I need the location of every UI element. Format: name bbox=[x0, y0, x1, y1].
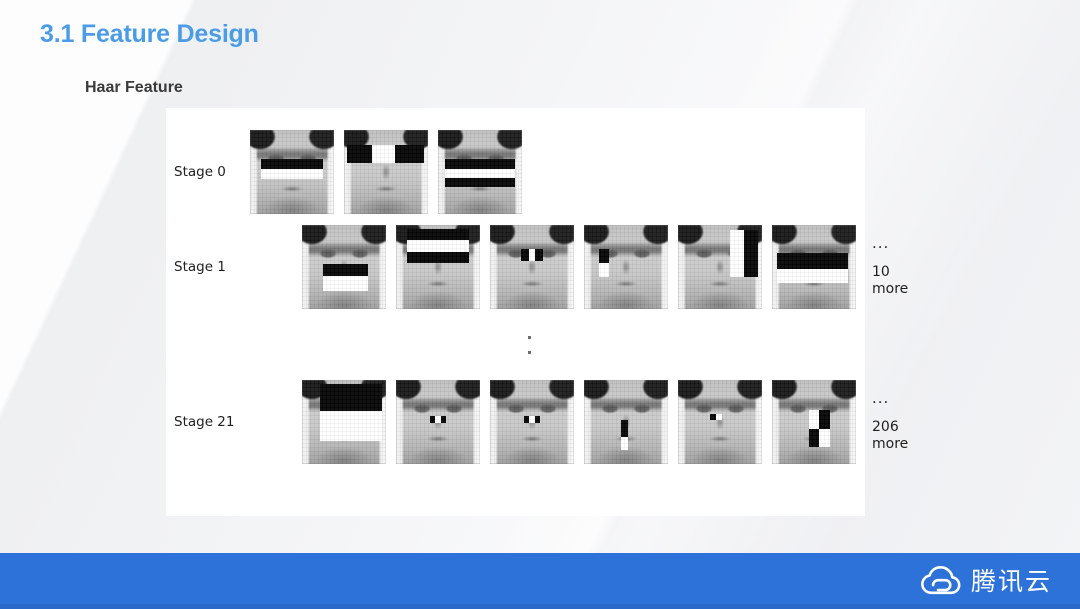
more-word: more bbox=[872, 436, 909, 452]
haar-rect-white bbox=[323, 276, 368, 292]
haar-rect-black bbox=[444, 159, 516, 169]
haar-rect-black bbox=[440, 416, 446, 423]
haar-rect-white bbox=[819, 428, 830, 448]
haar-rect-black bbox=[406, 251, 470, 263]
brand-lockup: 腾讯云 bbox=[921, 566, 1052, 596]
more-count: 10 bbox=[872, 264, 890, 280]
stage-row: Stage 0 bbox=[174, 130, 522, 214]
haar-rect-white bbox=[406, 240, 470, 252]
haar-feature-thumbnail[interactable] bbox=[678, 225, 762, 309]
haar-rect-white bbox=[599, 262, 610, 278]
face-image bbox=[344, 130, 428, 214]
haar-feature-thumbnail[interactable] bbox=[584, 380, 668, 464]
haar-rect-black bbox=[347, 145, 372, 163]
haar-rect-black bbox=[406, 229, 470, 241]
feature-thumbnail-strip: ... 206 more bbox=[302, 380, 918, 464]
haar-rect-black bbox=[777, 252, 849, 269]
ellipsis-dot bbox=[528, 351, 531, 354]
haar-rect-black bbox=[395, 145, 424, 163]
more-features-label: ... 206 more bbox=[872, 391, 918, 453]
more-ellipsis: ... bbox=[872, 234, 890, 252]
haar-rect-white bbox=[808, 410, 820, 429]
haar-feature-thumbnail[interactable] bbox=[396, 225, 480, 309]
haar-feature-thumbnail[interactable] bbox=[584, 225, 668, 309]
figure-panel: Stage 0 Stage 1... 10 more Stage 21... 206 mor… bbox=[166, 108, 908, 516]
ellipsis-dot bbox=[528, 336, 531, 339]
more-count: 206 bbox=[872, 419, 899, 435]
footer-bar: 腾讯云 bbox=[0, 553, 1080, 609]
stage-row: Stage 1... 10 more bbox=[174, 225, 918, 309]
haar-rect-white bbox=[777, 268, 849, 283]
haar-rect-black bbox=[444, 177, 516, 188]
haar-rect-black bbox=[808, 428, 820, 448]
more-word: more bbox=[872, 281, 909, 297]
haar-feature-thumbnail[interactable] bbox=[438, 130, 522, 214]
haar-rect-black bbox=[819, 410, 830, 429]
haar-feature-thumbnail[interactable] bbox=[678, 380, 762, 464]
haar-rect-black bbox=[599, 249, 610, 263]
haar-feature-thumbnail[interactable] bbox=[490, 380, 574, 464]
more-ellipsis: ... bbox=[872, 389, 890, 407]
haar-rect-black bbox=[323, 263, 368, 277]
face-image bbox=[584, 225, 668, 309]
haar-rect-white bbox=[620, 437, 628, 450]
feature-thumbnail-strip: ... 10 more bbox=[302, 225, 918, 309]
brand-text: 腾讯云 bbox=[970, 566, 1052, 596]
tencent-cloud-icon bbox=[921, 566, 961, 596]
haar-rect-black bbox=[260, 158, 324, 169]
haar-feature-thumbnail[interactable] bbox=[772, 380, 856, 464]
stage-row: Stage 21... 206 more bbox=[174, 380, 918, 464]
haar-rect-white bbox=[260, 168, 324, 179]
stage-label: Stage 21 bbox=[174, 414, 235, 430]
haar-feature-thumbnail[interactable] bbox=[344, 130, 428, 214]
haar-feature-thumbnail[interactable] bbox=[396, 380, 480, 464]
haar-feature-thumbnail[interactable] bbox=[490, 225, 574, 309]
haar-rect-white bbox=[444, 168, 516, 178]
haar-rect-black bbox=[320, 384, 382, 412]
section-subtitle: Haar Feature bbox=[85, 79, 183, 96]
haar-rect-white bbox=[320, 411, 382, 442]
haar-rect-white bbox=[730, 230, 744, 278]
haar-feature-thumbnail[interactable] bbox=[302, 380, 386, 464]
haar-rect-black bbox=[521, 249, 529, 262]
haar-rect-black bbox=[534, 416, 540, 423]
stage-label: Stage 0 bbox=[174, 164, 226, 180]
haar-rect-black bbox=[620, 420, 628, 438]
haar-rect-white bbox=[528, 249, 536, 262]
haar-rect-white bbox=[371, 145, 396, 163]
rows-continuation-ellipsis bbox=[528, 336, 531, 354]
haar-rect-black bbox=[535, 249, 543, 262]
feature-thumbnail-strip bbox=[250, 130, 522, 214]
more-features-label: ... 10 more bbox=[872, 236, 918, 298]
stage-label: Stage 1 bbox=[174, 259, 226, 275]
face-image bbox=[490, 225, 574, 309]
haar-feature-thumbnail[interactable] bbox=[250, 130, 334, 214]
haar-rect-white bbox=[715, 413, 722, 421]
face-image bbox=[678, 380, 762, 464]
page-title: 3.1 Feature Design bbox=[40, 20, 259, 48]
haar-feature-thumbnail[interactable] bbox=[302, 225, 386, 309]
haar-rect-black bbox=[743, 230, 758, 278]
haar-feature-thumbnail[interactable] bbox=[772, 225, 856, 309]
